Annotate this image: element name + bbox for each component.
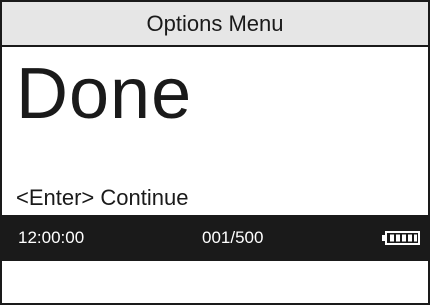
continue-prompt[interactable]: <Enter> Continue: [16, 185, 188, 211]
status-bar: 12:00:00 001/500: [2, 215, 428, 261]
empty-footer-area: [2, 261, 428, 303]
battery-full-icon: [382, 231, 420, 245]
menu-header: Options Menu: [2, 2, 428, 47]
device-screen: Options Menu Done <Enter> Continue 12:00…: [0, 0, 430, 305]
record-counter: 001/500: [202, 228, 264, 247]
status-message: Done: [16, 54, 193, 134]
menu-title: Options Menu: [146, 10, 284, 36]
clock-time: 12:00:00: [18, 228, 85, 247]
